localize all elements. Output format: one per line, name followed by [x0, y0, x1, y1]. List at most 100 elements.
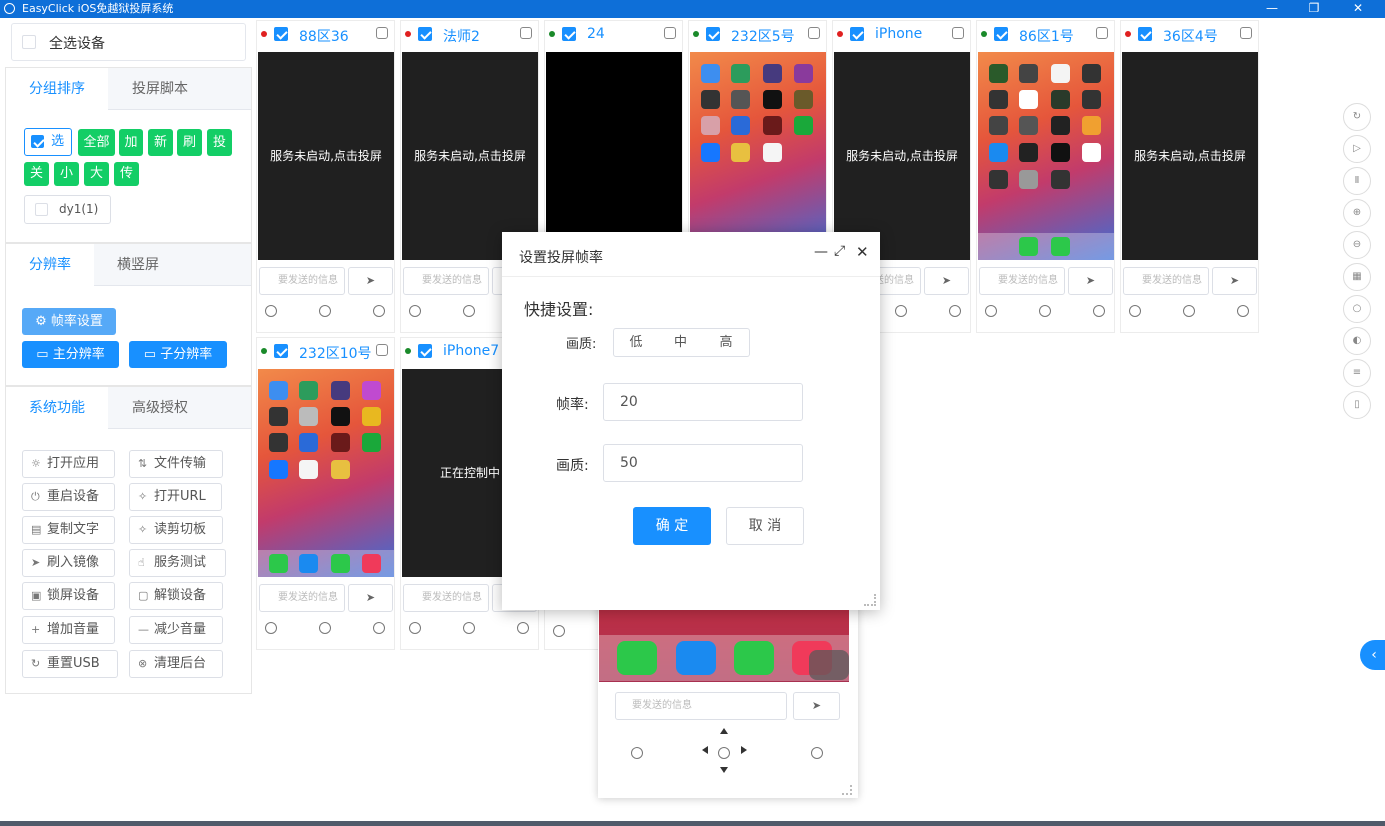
add-button[interactable]: 加	[119, 129, 143, 156]
device-checkbox[interactable]	[1138, 27, 1152, 41]
copy-icon[interactable]	[664, 27, 676, 39]
pause-icon[interactable]	[373, 305, 385, 317]
device-screen[interactable]: 服务未启动,点击投屏	[1122, 52, 1258, 260]
device-screen[interactable]	[690, 52, 826, 260]
cast-button[interactable]: 投	[207, 129, 232, 156]
copy-icon[interactable]	[376, 344, 388, 356]
device-checkbox[interactable]	[562, 27, 576, 41]
device-checkbox[interactable]	[418, 344, 432, 358]
layout-icon[interactable]: ▦	[1343, 263, 1371, 291]
tab-orientation[interactable]: 横竖屏	[94, 244, 182, 286]
zoom-in-icon[interactable]: ⊕	[1343, 199, 1371, 227]
message-input[interactable]: 要发送的信息	[259, 584, 345, 612]
device-checkbox[interactable]	[274, 27, 288, 41]
quality-low-button[interactable]: 低	[613, 328, 659, 357]
device-checkbox[interactable]	[994, 27, 1008, 41]
quality-high-button[interactable]: 高	[703, 328, 750, 357]
select-all-devices[interactable]: 全选设备	[11, 23, 246, 61]
play-icon[interactable]	[553, 625, 565, 637]
device-checkbox[interactable]	[706, 27, 720, 41]
clear-background-button[interactable]: ⊗ 清理后台	[129, 650, 223, 678]
home-icon[interactable]	[1039, 305, 1051, 317]
refresh-button[interactable]: 刷	[177, 129, 202, 156]
tab-system-functions[interactable]: 系统功能	[6, 387, 108, 430]
enlarged-send-button[interactable]: ➤	[793, 692, 840, 720]
select-button[interactable]: 选	[24, 128, 72, 156]
copy-icon[interactable]	[808, 27, 820, 39]
device-card[interactable]: 232区10号 要发送的信息 ➤	[256, 337, 395, 650]
tab-cast-script[interactable]: 投屏脚本	[108, 68, 212, 110]
play-icon[interactable]	[265, 305, 277, 317]
device-name[interactable]: 232区5号	[731, 26, 795, 46]
copy-icon[interactable]	[952, 27, 964, 39]
home-icon[interactable]	[463, 305, 475, 317]
quality-medium-button[interactable]: 中	[658, 328, 704, 357]
device-name[interactable]: 法师2	[443, 26, 480, 46]
flash-image-button[interactable]: ➤ 刷入镜像	[22, 549, 115, 577]
pause-icon[interactable]	[811, 747, 823, 759]
fps-input[interactable]: 20	[603, 383, 803, 421]
arrow-right-icon[interactable]	[741, 746, 747, 754]
device-screen[interactable]: 服务未启动,点击投屏	[258, 52, 394, 260]
toggle-icon[interactable]: ◐	[1343, 327, 1371, 355]
device-name[interactable]: 24	[587, 26, 605, 42]
open-url-button[interactable]: ✧ 打开URL	[129, 483, 222, 511]
group-checkbox[interactable]	[35, 203, 48, 216]
restart-device-button[interactable]: ⏻ 重启设备	[22, 483, 115, 511]
device-checkbox[interactable]	[418, 27, 432, 41]
group-item[interactable]: dy1(1)	[24, 195, 111, 224]
close-icon[interactable]: ✕	[856, 243, 869, 261]
device-name[interactable]: 232区10号	[299, 343, 372, 363]
read-clipboard-button[interactable]: ✧ 读剪切板	[129, 516, 223, 544]
quality-input[interactable]: 50	[603, 444, 803, 482]
play-icon[interactable]	[409, 622, 421, 634]
all-button[interactable]: 全部	[78, 129, 115, 156]
device-name[interactable]: 86区1号	[1019, 26, 1074, 46]
main-resolution-button[interactable]: ▭ 主分辨率	[22, 341, 119, 368]
sub-resolution-button[interactable]: ▭ 子分辨率	[129, 341, 227, 368]
play-icon[interactable]	[409, 305, 421, 317]
home-icon[interactable]	[319, 622, 331, 634]
device-screen[interactable]: 服务未启动,点击投屏	[402, 52, 538, 260]
play-icon[interactable]	[1129, 305, 1141, 317]
send-button[interactable]: ➤	[1212, 267, 1257, 295]
play-circle-icon[interactable]: ▷	[1343, 135, 1371, 163]
send-button[interactable]: ➤	[348, 584, 393, 612]
copy-icon[interactable]	[376, 27, 388, 39]
unlock-device-button[interactable]: ▢ 解锁设备	[129, 582, 223, 610]
device-checkbox[interactable]	[850, 27, 864, 41]
message-input[interactable]: 要发送的信息	[403, 584, 489, 612]
message-input[interactable]: 要发送的信息	[259, 267, 345, 295]
file-transfer-button[interactable]: ⇅ 文件传输	[129, 450, 223, 478]
transfer-button[interactable]: 传	[114, 162, 139, 186]
device-name[interactable]: iPhone	[875, 26, 922, 42]
cancel-button[interactable]: 取 消	[726, 507, 804, 545]
minimize-icon[interactable]: —	[814, 244, 828, 260]
close-window-icon[interactable]: ✕	[1344, 0, 1372, 18]
device-card[interactable]: 86区1号 要发送的信息 ➤	[976, 20, 1115, 333]
device-screen[interactable]	[546, 52, 682, 260]
arrow-down-icon[interactable]	[720, 767, 728, 773]
copy-icon[interactable]	[1240, 27, 1252, 39]
enlarged-message-input[interactable]: 要发送的信息	[615, 692, 787, 720]
pause-icon[interactable]	[517, 622, 529, 634]
tab-advanced-auth[interactable]: 高级授权	[108, 387, 212, 429]
arrow-up-icon[interactable]	[720, 728, 728, 734]
home-icon[interactable]	[463, 622, 475, 634]
device-screen[interactable]: 服务未启动,点击投屏	[834, 52, 970, 260]
home-icon[interactable]	[718, 747, 730, 759]
assistive-touch-icon[interactable]	[809, 650, 849, 680]
play-icon[interactable]	[631, 747, 643, 759]
search-icon[interactable]: ○	[1343, 295, 1371, 323]
service-test-button[interactable]: ☝ 服务测试	[129, 549, 226, 577]
play-icon[interactable]	[985, 305, 997, 317]
arrow-left-icon[interactable]	[702, 746, 708, 754]
close-button[interactable]: 关	[24, 162, 49, 186]
device-name[interactable]: 88区36	[299, 26, 349, 46]
send-button[interactable]: ➤	[924, 267, 969, 295]
frame-rate-button[interactable]: ⚙ 帧率设置	[22, 308, 116, 335]
open-app-button[interactable]: ☼ 打开应用	[22, 450, 115, 478]
device-screen[interactable]	[978, 52, 1114, 260]
device-screen[interactable]	[258, 369, 394, 577]
tab-group-sort[interactable]: 分组排序	[6, 68, 108, 111]
